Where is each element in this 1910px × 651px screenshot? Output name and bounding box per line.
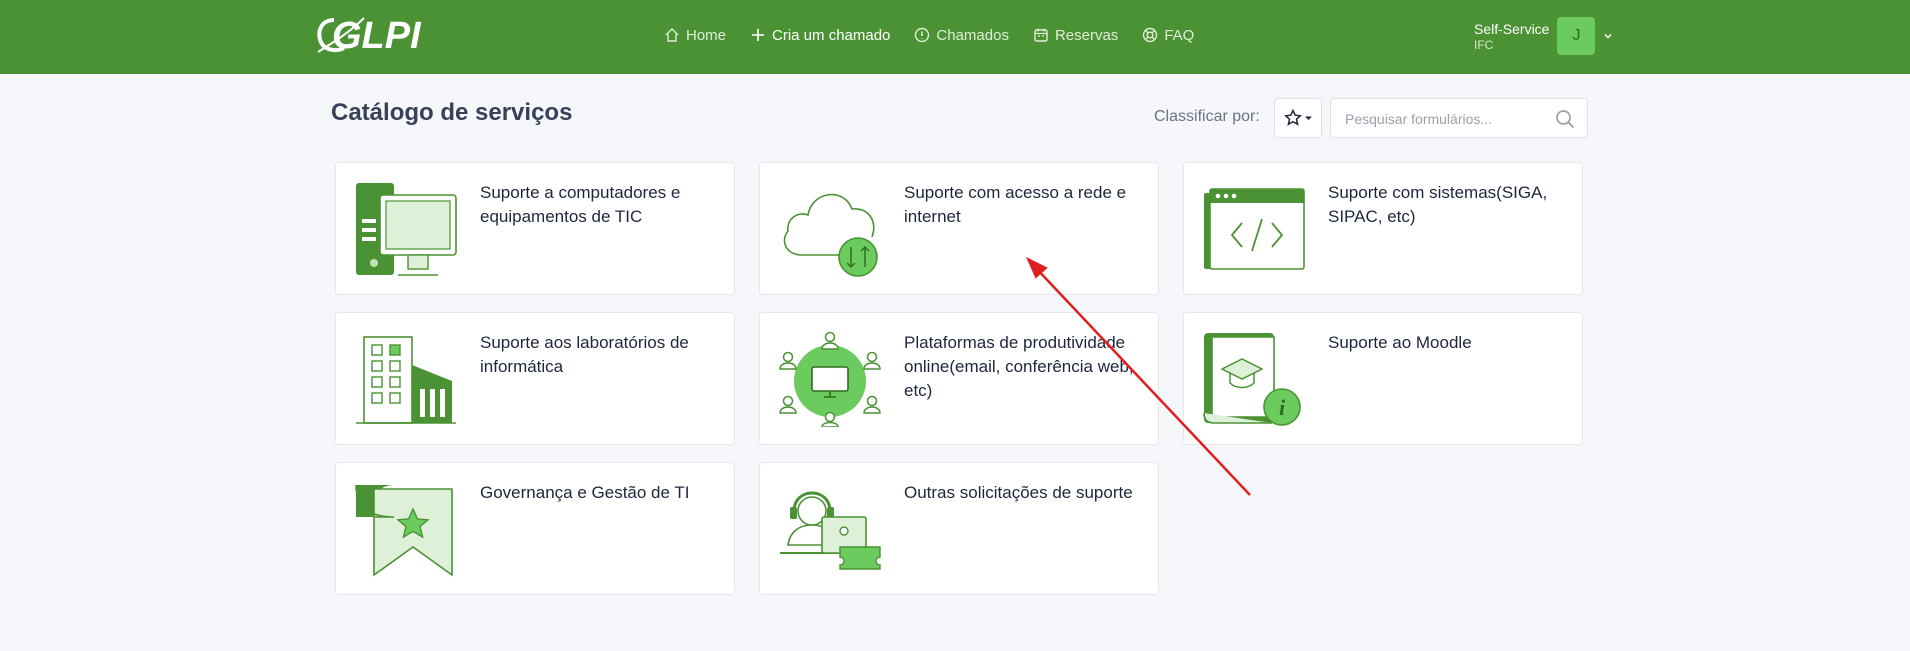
card-label: Suporte a computadores e equipamentos de… [480,183,681,226]
nav-create-ticket-label: Cria um chamado [772,26,891,44]
user-entity: IFC [1474,37,1494,52]
building-icon [356,336,456,424]
nav-reservations[interactable]: Reservas [1033,22,1118,48]
service-card-governance[interactable]: Governança e Gestão de TI [335,462,735,595]
card-label: Governança e Gestão de TI [480,483,690,502]
card-label: Suporte aos laboratórios de informática [480,333,689,376]
page-title: Catálogo de serviços [331,99,573,126]
service-card-moodle[interactable]: i Suporte ao Moodle [1183,312,1583,445]
service-card-systems[interactable]: Suporte com sistemas(SIGA, SIPAC, etc) [1183,162,1583,295]
top-navbar: GLPI Home Cria um chamado Chamados Reser… [0,0,1910,74]
user-menu[interactable]: Self-Service IFC J [1474,16,1613,56]
service-card-network[interactable]: Suporte com acesso a rede e internet [759,162,1159,295]
award-ribbon-icon [355,484,453,577]
nav-tickets-label: Chamados [936,26,1009,44]
nav-reservations-label: Reservas [1054,26,1119,44]
service-card-computers[interactable]: Suporte a computadores e equipamentos de… [335,162,735,295]
user-profile: Self-Service [1474,20,1550,37]
glpi-logo[interactable]: GLPI [314,12,424,58]
search-input[interactable] [1345,108,1545,130]
nav-faq[interactable]: FAQ [1142,22,1194,48]
card-label: Suporte com acesso a rede e internet [904,183,1127,226]
nav-create-ticket[interactable]: Cria um chamado [750,22,890,48]
code-window-icon [1204,188,1305,270]
nav-home[interactable]: Home [664,22,726,48]
caret-down-icon [1304,116,1312,120]
alert-circle-icon [915,27,930,43]
sort-button[interactable] [1274,98,1322,138]
avatar[interactable]: J [1557,17,1596,55]
star-icon [1283,109,1302,126]
computer-icon [356,183,457,276]
moodle-book-icon: i [1203,333,1301,426]
plus-icon [752,29,765,41]
service-card-other[interactable]: Outras solicitações de suporte [759,462,1159,595]
search-icon[interactable] [1555,109,1575,129]
nav-faq-label: FAQ [1164,26,1195,44]
nav-home-label: Home [686,26,727,44]
card-label: Outras solicitações de suporte [904,483,1133,502]
nav-tickets[interactable]: Chamados [914,22,1009,48]
service-card-labs[interactable]: Suporte aos laboratórios de informática [335,312,735,445]
chevron-down-icon[interactable] [1603,31,1613,41]
calendar-icon [1034,28,1048,42]
cloud-network-icon [783,193,878,277]
main-nav: Home Cria um chamado Chamados Reservas F… [664,22,1218,48]
sort-label: Classificar por: [1154,108,1260,125]
card-label: Suporte com sistemas(SIGA, SIPAC, etc) [1328,183,1548,226]
card-label: Suporte ao Moodle [1328,333,1472,352]
logo-text: GLPI [332,15,422,57]
support-agent-icon [780,491,881,570]
home-icon [665,28,679,42]
service-card-productivity[interactable]: Plataformas de produtividade online(emai… [759,312,1159,445]
card-label: Plataformas de produtividade online(emai… [904,333,1134,400]
svg-text:i: i [1279,395,1286,420]
lifebuoy-icon [1143,27,1158,43]
user-info: Self-Service IFC [1474,21,1549,52]
collaboration-icon [779,331,881,427]
search-box [1330,98,1588,138]
